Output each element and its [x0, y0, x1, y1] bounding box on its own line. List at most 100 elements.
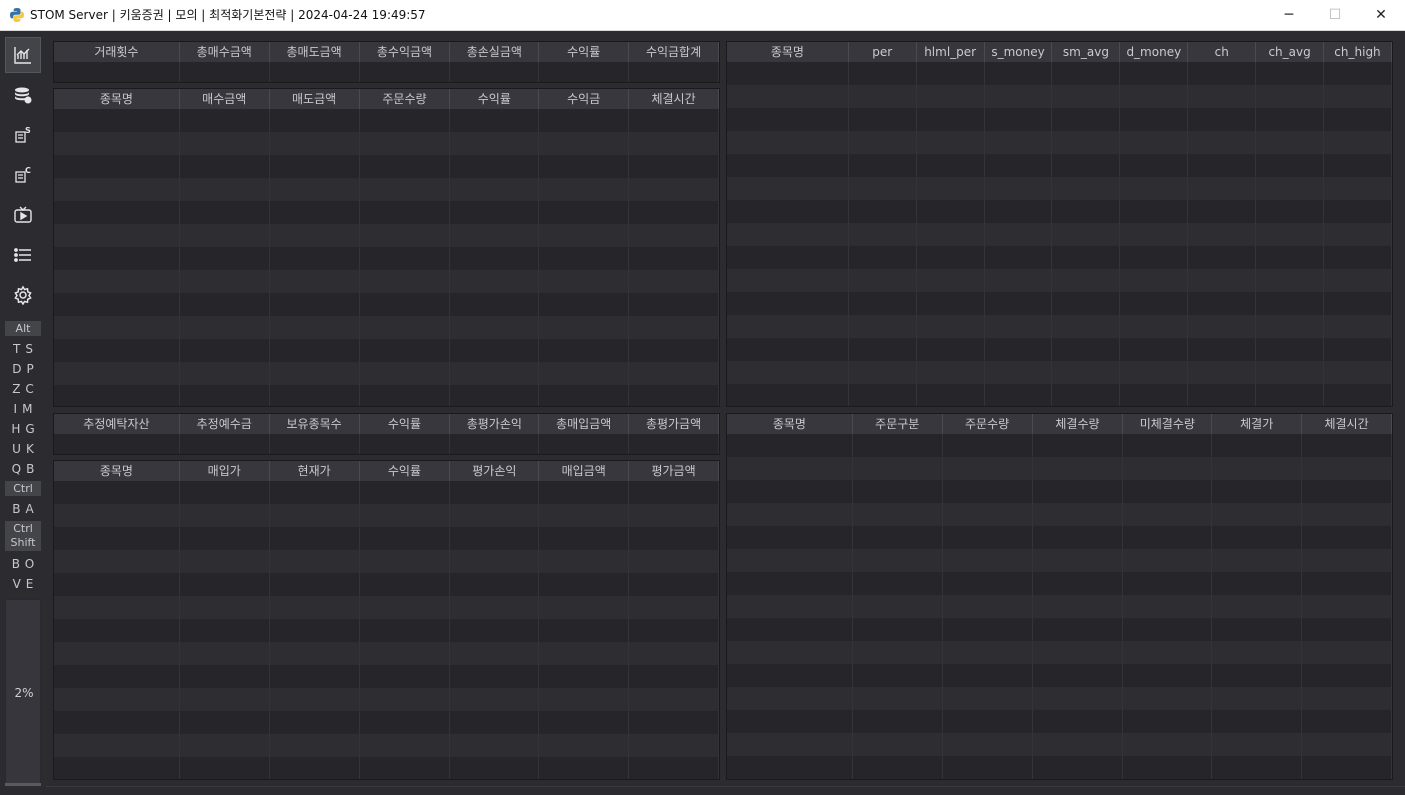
- table-row[interactable]: [54, 642, 719, 665]
- table-row[interactable]: [54, 665, 719, 688]
- table-row[interactable]: [727, 223, 1392, 246]
- column-header[interactable]: 총매도금액: [270, 42, 360, 62]
- table-row[interactable]: [54, 757, 719, 779]
- minimize-button[interactable]: ─: [1266, 0, 1312, 31]
- table-row[interactable]: [54, 711, 719, 734]
- table-row[interactable]: [54, 293, 719, 316]
- table-row[interactable]: [727, 177, 1392, 200]
- maximize-button[interactable]: ☐: [1312, 0, 1358, 31]
- column-header[interactable]: 미체결수량: [1123, 414, 1213, 434]
- column-header[interactable]: 종목명: [727, 414, 853, 434]
- table-row[interactable]: [727, 269, 1392, 292]
- column-header[interactable]: 평가금액: [629, 461, 719, 481]
- table-row[interactable]: [54, 550, 719, 573]
- column-header[interactable]: 수익금합계: [629, 42, 719, 62]
- column-header[interactable]: 수익금: [539, 89, 630, 109]
- column-header[interactable]: 종목명: [727, 42, 849, 62]
- column-header[interactable]: 매도금액: [270, 89, 360, 109]
- table-row[interactable]: [727, 108, 1392, 131]
- column-header[interactable]: d_money: [1120, 42, 1189, 62]
- table-row[interactable]: [727, 131, 1392, 154]
- column-header[interactable]: s_money: [985, 42, 1053, 62]
- column-header[interactable]: 매수금액: [180, 89, 270, 109]
- table-row[interactable]: [54, 316, 719, 339]
- table-row[interactable]: [727, 434, 1392, 457]
- table-row[interactable]: [727, 641, 1392, 664]
- table-row[interactable]: [727, 457, 1392, 480]
- table-row[interactable]: [54, 481, 719, 504]
- column-header[interactable]: 주문수량: [943, 414, 1033, 434]
- column-header[interactable]: 체결가: [1212, 414, 1303, 434]
- coin-window-button[interactable]: C: [5, 157, 41, 193]
- table-row[interactable]: [727, 338, 1392, 361]
- column-header[interactable]: 총평가손익: [450, 414, 540, 434]
- table-row[interactable]: [727, 733, 1392, 756]
- settings-window-button[interactable]: [5, 277, 41, 313]
- table-row[interactable]: [727, 526, 1392, 549]
- column-header[interactable]: sm_avg: [1052, 42, 1121, 62]
- database-window-button[interactable]: [5, 77, 41, 113]
- table-row[interactable]: [727, 503, 1392, 526]
- table-row[interactable]: [727, 154, 1392, 177]
- table-row[interactable]: [727, 664, 1392, 687]
- column-header[interactable]: 추정예탁자산: [54, 414, 180, 434]
- column-header[interactable]: 수익률: [360, 461, 451, 481]
- column-header[interactable]: per: [849, 42, 917, 62]
- table-row[interactable]: [54, 573, 719, 596]
- column-header[interactable]: 매입금액: [539, 461, 630, 481]
- table-row[interactable]: [727, 618, 1392, 641]
- column-header[interactable]: 체결시간: [1302, 414, 1392, 434]
- table-row[interactable]: [54, 434, 719, 454]
- stock-trade-list-table[interactable]: 종목명 매수금액 매도금액 주문수량 수익률 수익금 체결시간: [53, 88, 720, 407]
- table-row[interactable]: [54, 155, 719, 178]
- column-header[interactable]: 현재가: [270, 461, 360, 481]
- table-row[interactable]: [54, 201, 719, 224]
- column-header[interactable]: 주문수량: [360, 89, 451, 109]
- column-header[interactable]: 수익률: [539, 42, 630, 62]
- table-row[interactable]: [54, 109, 719, 132]
- table-row[interactable]: [727, 480, 1392, 503]
- column-header[interactable]: 총평가금액: [629, 414, 719, 434]
- table-row[interactable]: [54, 385, 719, 406]
- table-row[interactable]: [54, 62, 719, 82]
- table-row[interactable]: [727, 85, 1392, 108]
- column-header[interactable]: 보유종목수: [270, 414, 360, 434]
- table-row[interactable]: [727, 756, 1392, 779]
- column-header[interactable]: 수익률: [450, 89, 540, 109]
- table-row[interactable]: [727, 549, 1392, 572]
- table-row[interactable]: [54, 527, 719, 550]
- table-row[interactable]: [727, 595, 1392, 618]
- table-row[interactable]: [727, 315, 1392, 338]
- stock-order-list-table[interactable]: 종목명 주문구분 주문수량 체결수량 미체결수량 체결가 체결시간: [726, 413, 1393, 780]
- column-header[interactable]: 종목명: [54, 89, 180, 109]
- table-row[interactable]: [54, 224, 719, 247]
- column-header[interactable]: 수익률: [360, 414, 451, 434]
- list-window-button[interactable]: [5, 237, 41, 273]
- column-header[interactable]: 추정예수금: [180, 414, 270, 434]
- column-header[interactable]: 주문구분: [853, 414, 943, 434]
- column-header[interactable]: 총수익금액: [360, 42, 451, 62]
- chart-window-button[interactable]: [5, 37, 41, 73]
- table-row[interactable]: [727, 572, 1392, 595]
- table-row[interactable]: [727, 361, 1392, 384]
- table-row[interactable]: [727, 384, 1392, 406]
- table-row[interactable]: [54, 596, 719, 619]
- table-row[interactable]: [727, 200, 1392, 223]
- table-row[interactable]: [54, 619, 719, 642]
- column-header[interactable]: 총손실금액: [450, 42, 540, 62]
- table-row[interactable]: [54, 504, 719, 527]
- column-header[interactable]: 체결수량: [1033, 414, 1124, 434]
- column-header[interactable]: 총매수금액: [180, 42, 270, 62]
- column-header[interactable]: 체결시간: [629, 89, 719, 109]
- table-row[interactable]: [727, 246, 1392, 269]
- stock-holdings-table[interactable]: 종목명 매입가 현재가 수익률 평가손익 매입금액 평가금액: [53, 460, 720, 780]
- column-header[interactable]: 거래횟수: [54, 42, 180, 62]
- table-row[interactable]: [54, 178, 719, 201]
- table-row[interactable]: [54, 362, 719, 385]
- column-header[interactable]: 종목명: [54, 461, 180, 481]
- stock-candidate-table[interactable]: 종목명 per hlml_per s_money sm_avg d_money ch ch_a…: [726, 41, 1393, 407]
- table-row[interactable]: [54, 734, 719, 757]
- column-header[interactable]: ch_high: [1324, 42, 1392, 62]
- table-row[interactable]: [727, 292, 1392, 315]
- table-row[interactable]: [54, 247, 719, 270]
